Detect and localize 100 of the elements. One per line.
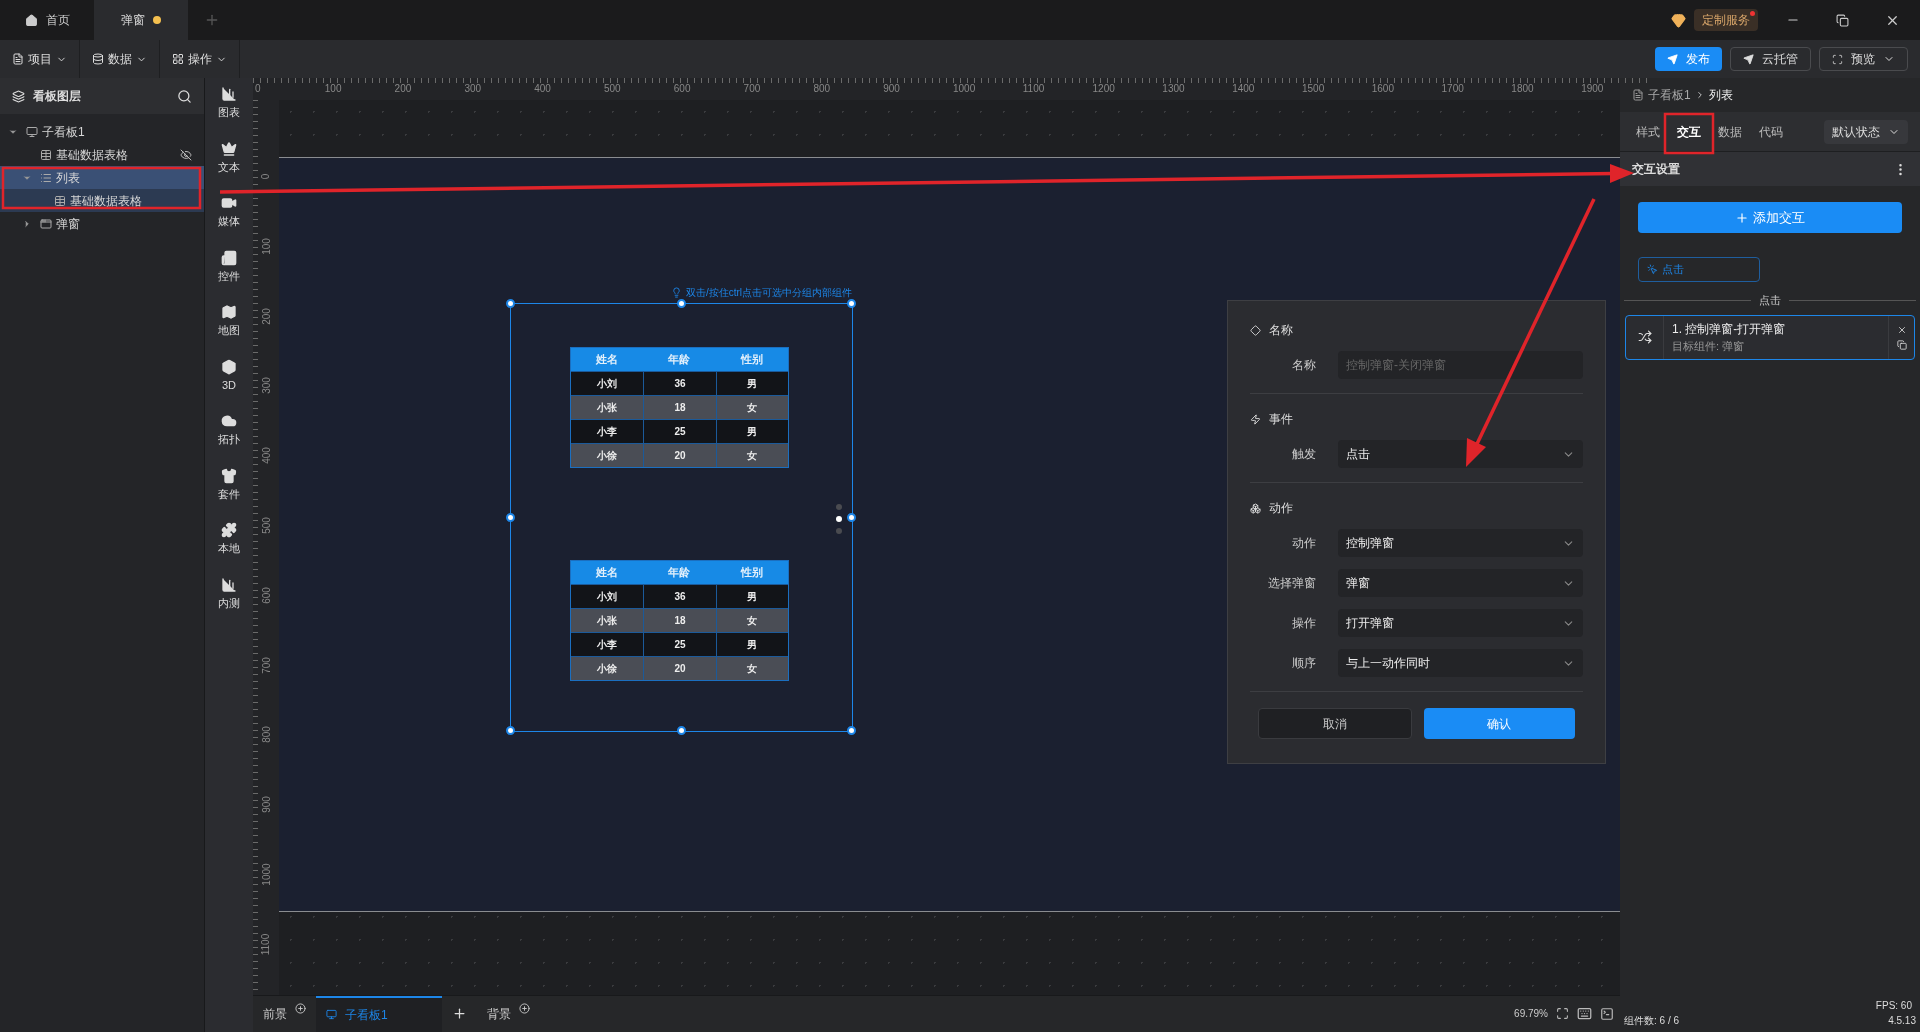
table-cell: 女 <box>715 608 788 632</box>
component-category[interactable]: 内测 <box>218 576 240 611</box>
table-cell: 男 <box>715 632 788 656</box>
dialog-button[interactable]: 取消 <box>1258 708 1412 739</box>
field-label: 触发 <box>1291 446 1316 463</box>
window-tab[interactable]: 首页 <box>0 0 94 40</box>
component-category[interactable]: 3D <box>221 358 237 393</box>
ruler-label: 900 <box>259 796 273 813</box>
add-circle-icon[interactable] <box>519 1003 530 1015</box>
select-field[interactable]: 与上一动作同时 <box>1338 649 1583 677</box>
component-category[interactable]: 媒体 <box>218 195 240 230</box>
component-category[interactable]: 控件 <box>218 249 240 284</box>
home-icon <box>24 13 38 27</box>
layer-item[interactable]: 弹窗 <box>0 212 204 235</box>
trigger-chip[interactable]: 点击 <box>1638 257 1760 282</box>
custom-service-button[interactable]: 定制服务 <box>1694 9 1758 31</box>
click-icon <box>1647 264 1658 275</box>
resize-handle[interactable] <box>676 726 686 735</box>
copy-icon[interactable] <box>1896 339 1907 350</box>
select-field[interactable]: 点击 <box>1338 440 1583 468</box>
resize-handle[interactable] <box>847 299 856 308</box>
toolbar-button[interactable]: 云托管 <box>1730 47 1811 71</box>
column-header: 姓名 <box>595 565 620 581</box>
crown-icon <box>221 140 237 157</box>
breadcrumb-item[interactable]: 列表 <box>1708 86 1733 104</box>
resize-handle[interactable] <box>847 726 856 735</box>
panel-tab[interactable]: 数据 <box>1718 122 1742 141</box>
resize-handle[interactable] <box>506 512 515 522</box>
ruler-label: 1300 <box>1162 84 1185 94</box>
table-cell: 小徐 <box>571 656 644 680</box>
component-count: 组件数: 6 / 6 <box>1624 1014 1679 1028</box>
interaction-target: 目标组件: 弹窗 <box>1672 338 1746 354</box>
field-label: 选择弹窗 <box>1267 575 1316 592</box>
search-icon[interactable] <box>177 88 192 104</box>
component-category[interactable]: 地图 <box>218 304 240 339</box>
ruler-label: 1800 <box>1511 84 1534 94</box>
select-field[interactable]: 打开弹窗 <box>1338 609 1583 637</box>
layers-icon <box>12 89 25 103</box>
fit-icon[interactable] <box>1556 1007 1569 1021</box>
table-cell: 20 <box>643 443 716 467</box>
add-circle-icon[interactable] <box>295 1003 306 1015</box>
layer-item[interactable]: 基础数据表格 <box>0 143 204 166</box>
state-select[interactable]: 默认状态 <box>1824 119 1908 144</box>
board-tab[interactable]: 前景 <box>253 995 316 1032</box>
table-cell: 小刘 <box>571 584 644 608</box>
component-category[interactable]: 文本 <box>218 140 240 175</box>
board-tab[interactable]: 子看板1 <box>316 995 442 1032</box>
toolbar-button[interactable]: 预览 <box>1819 47 1908 71</box>
layer-item[interactable]: 列表 <box>0 166 204 189</box>
ruler-label: 1900 <box>1581 84 1604 94</box>
add-board-icon[interactable] <box>452 1006 467 1022</box>
fullscreen-icon <box>1832 53 1843 65</box>
hint-text: 双击/按住ctrl点击可选中分组内部组件 <box>685 286 852 300</box>
section-title: 名称 <box>1269 322 1293 339</box>
table-cell: 小张 <box>571 395 644 419</box>
resize-handle[interactable] <box>676 299 686 308</box>
field-label: 动作 <box>1291 535 1316 552</box>
panel-icon <box>221 249 237 266</box>
fps-reading: FPS: 60 <box>1875 998 1912 1013</box>
panel-tab[interactable]: 代码 <box>1759 122 1783 141</box>
select-field[interactable]: 控制弹窗 <box>1338 529 1583 557</box>
table-cell: 18 <box>643 395 716 419</box>
restore-icon[interactable] <box>1836 13 1849 27</box>
component-category[interactable]: 拓扑 <box>218 413 240 448</box>
resize-handle[interactable] <box>847 512 856 522</box>
component-category[interactable]: 本地 <box>218 522 240 557</box>
layer-item[interactable]: 子看板1 <box>0 120 204 143</box>
diamond-icon <box>1250 324 1261 336</box>
field-label: 操作 <box>1291 615 1316 632</box>
resize-handle[interactable] <box>506 726 515 735</box>
table-cell: 女 <box>715 395 788 419</box>
delete-icon[interactable] <box>1896 324 1907 335</box>
collapse-caret-icon[interactable] <box>22 218 32 229</box>
layer-item[interactable]: 基础数据表格 <box>0 189 204 212</box>
document-icon <box>1632 89 1644 101</box>
cloud-icon <box>221 413 237 429</box>
cube-icon <box>221 358 237 375</box>
keyboard-icon[interactable] <box>1577 1006 1592 1022</box>
column-header: 性别 <box>739 352 764 368</box>
table-icon <box>40 148 52 161</box>
breadcrumb-item[interactable]: 子看板1 <box>1648 86 1691 104</box>
table-cell: 女 <box>715 656 788 680</box>
window-tab[interactable]: 弹窗 <box>94 0 188 40</box>
ruler-label: 1100 <box>1022 84 1045 94</box>
interaction-card[interactable]: 1. 控制弹窗-打开弹窗 目标组件: 弹窗 <box>1625 314 1915 360</box>
send-icon <box>1667 53 1678 65</box>
select-field[interactable]: 弹窗 <box>1338 569 1583 597</box>
ruler-label: 1700 <box>1441 84 1464 94</box>
component-category[interactable]: 图表 <box>218 86 240 121</box>
field-label: 顺序 <box>1291 655 1316 672</box>
name-input[interactable]: 控制弹窗-关闭弹窗 <box>1338 351 1583 379</box>
panel-tab[interactable]: 样式 <box>1636 122 1660 141</box>
hidden-eye-icon[interactable] <box>180 148 192 161</box>
resize-handle[interactable] <box>506 299 515 308</box>
panel-tab[interactable]: 交互 <box>1677 122 1701 141</box>
board-tab[interactable]: 背景 <box>477 995 540 1032</box>
table-cell: 36 <box>643 584 716 608</box>
table-cell: 25 <box>643 419 716 443</box>
terminal-icon[interactable] <box>1600 1006 1614 1021</box>
component-category[interactable]: 套件 <box>218 467 240 502</box>
